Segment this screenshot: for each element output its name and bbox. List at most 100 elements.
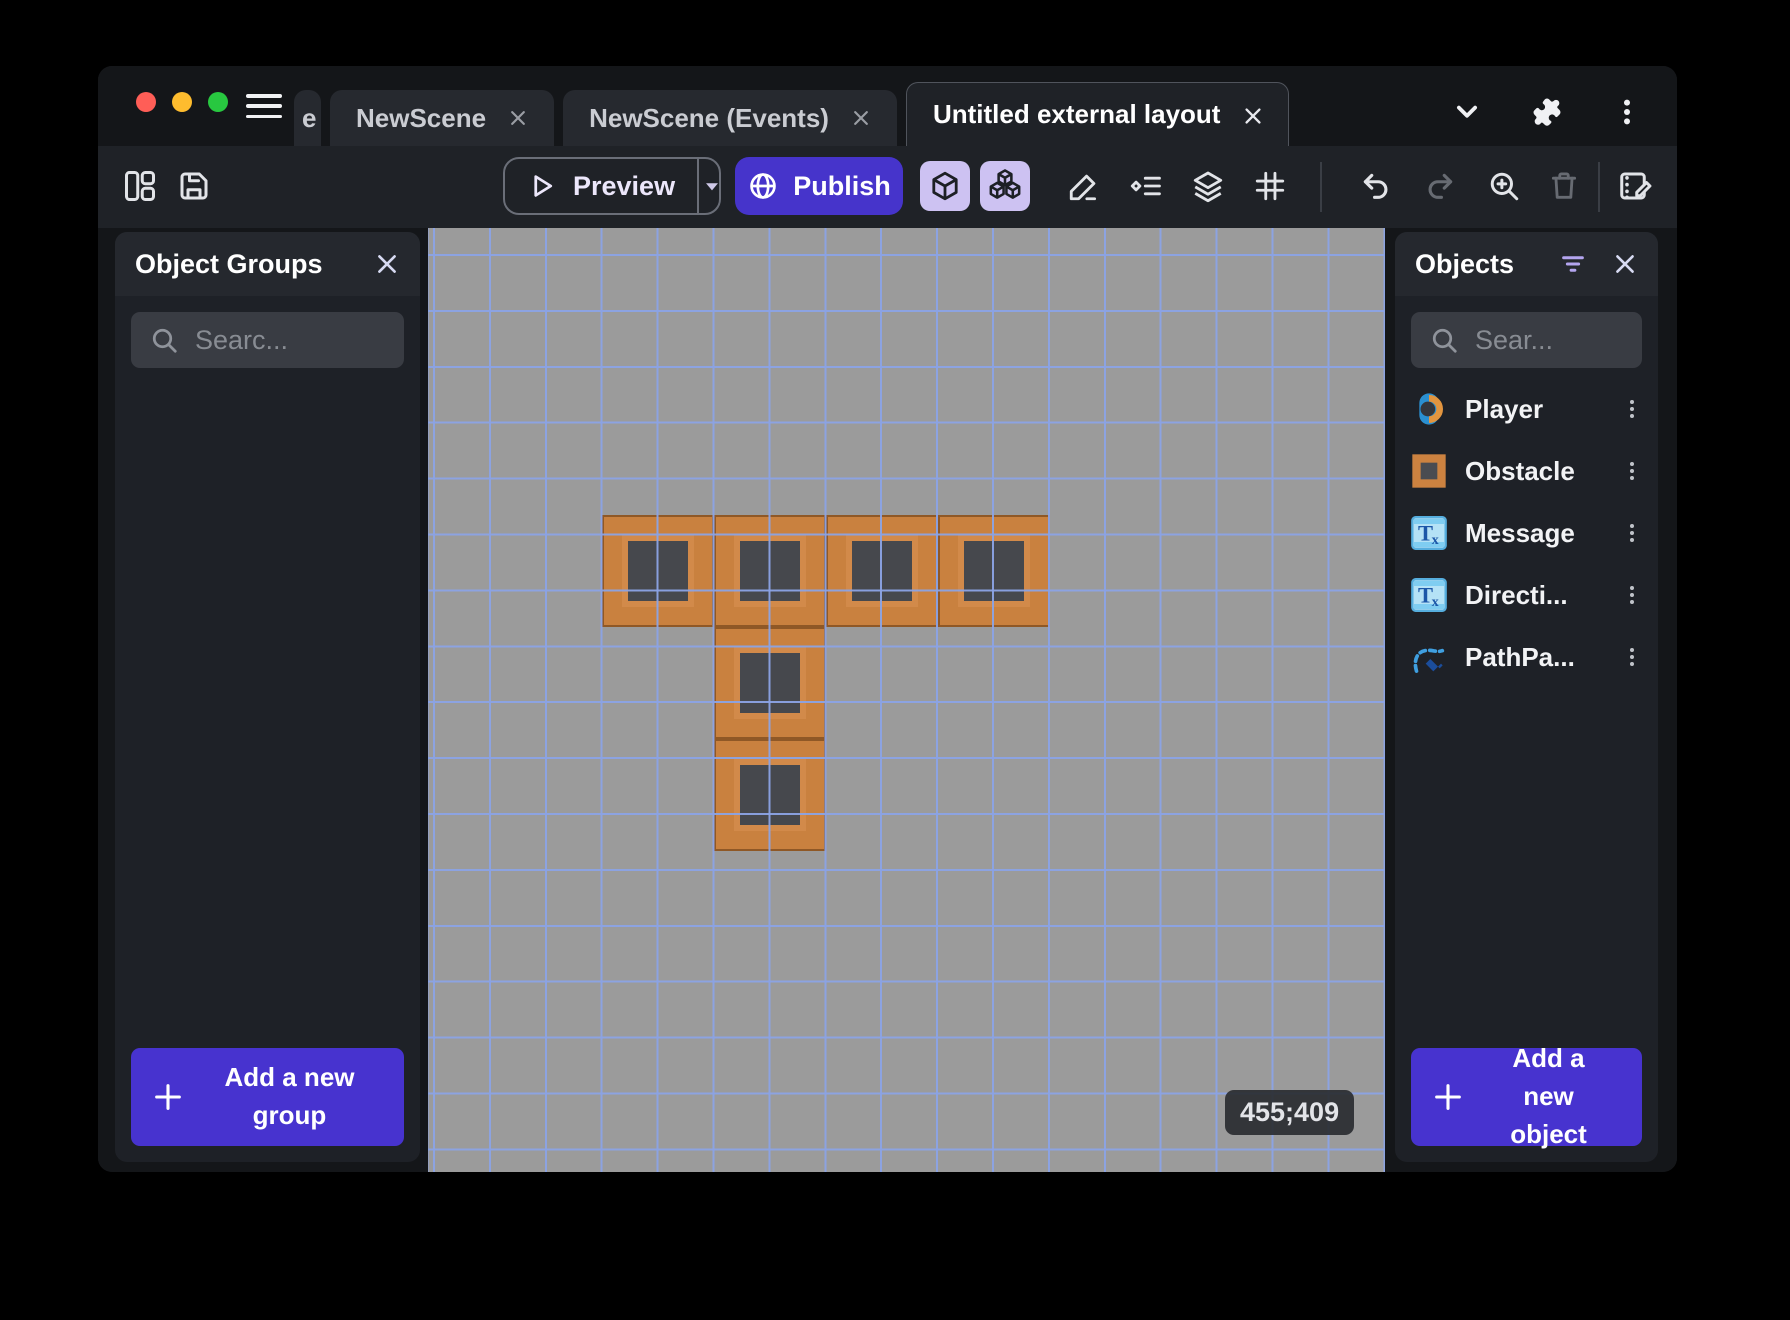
- object-menu-icon[interactable]: [1620, 643, 1644, 671]
- object-row-player[interactable]: Player: [1395, 378, 1658, 440]
- path-paint-icon: [1409, 637, 1449, 677]
- grid-icon[interactable]: [1244, 160, 1296, 212]
- player-sprite-icon: [1409, 389, 1449, 429]
- object-groups-list: [115, 378, 420, 1032]
- content-area: 455;409 Object Groups Add a new group: [98, 228, 1677, 1172]
- object-label: Message: [1465, 517, 1575, 548]
- object-label: Obstacle: [1465, 455, 1575, 486]
- app-window: e NewScene NewScene (Events) Untitled ex…: [98, 66, 1677, 1172]
- cursor-coordinates-badge: 455;409: [1225, 1090, 1355, 1135]
- play-icon: [534, 175, 553, 197]
- object-row-pathpaint[interactable]: PathPa...: [1395, 626, 1658, 688]
- preview-main[interactable]: Preview: [505, 171, 697, 202]
- minimize-window-button[interactable]: [172, 92, 192, 112]
- close-panel-icon[interactable]: [374, 251, 400, 277]
- tab-label: NewScene: [356, 102, 487, 133]
- object-menu-icon[interactable]: [1620, 457, 1644, 485]
- toolbar: Preview Publish: [98, 146, 1677, 228]
- objects-panel: Objects Player: [1395, 232, 1658, 1162]
- text-object-icon: Tx: [1409, 513, 1449, 553]
- publish-button[interactable]: Publish: [735, 157, 903, 215]
- redo-icon[interactable]: [1414, 160, 1466, 212]
- object-row-message[interactable]: Tx Message: [1395, 502, 1658, 564]
- add-group-label: Add a new group: [224, 1062, 355, 1130]
- object-menu-icon[interactable]: [1620, 519, 1644, 547]
- tab-newscene-events[interactable]: NewScene (Events): [563, 90, 897, 146]
- object-menu-icon[interactable]: [1620, 581, 1644, 609]
- toggle-panels-icon[interactable]: [114, 160, 166, 212]
- toolbar-divider: [1598, 162, 1600, 212]
- obstacle-tile-instance[interactable]: [938, 515, 1050, 627]
- tab-hidden-partial[interactable]: e: [294, 90, 321, 146]
- objects-list: Player Obstacle Tx Message T x Directi..…: [1395, 378, 1658, 1032]
- tab-label: e: [302, 102, 317, 133]
- close-tab-icon[interactable]: [1242, 105, 1262, 125]
- zoom-in-icon[interactable]: [1478, 160, 1530, 212]
- edit-scene-icon[interactable]: [1610, 160, 1662, 212]
- chevron-down-icon[interactable]: [1451, 96, 1483, 128]
- save-icon[interactable]: [168, 160, 220, 212]
- obstacle-tile-instance[interactable]: [714, 515, 826, 627]
- tab-label: NewScene (Events): [589, 102, 829, 133]
- tab-label: Untitled external layout: [932, 99, 1221, 129]
- object-groups-search[interactable]: [131, 312, 404, 368]
- search-icon: [152, 328, 177, 353]
- tab-bar: e NewScene NewScene (Events) Untitled ex…: [294, 82, 1290, 146]
- objects-header: Objects: [1395, 232, 1658, 296]
- extensions-puzzle-icon[interactable]: [1531, 96, 1563, 128]
- objects-title: Objects: [1415, 248, 1515, 279]
- close-tab-icon[interactable]: [851, 108, 871, 128]
- hamburger-menu-icon[interactable]: [246, 94, 282, 118]
- object-label: PathPa...: [1465, 641, 1575, 672]
- search-input[interactable]: [1475, 324, 1624, 356]
- object-row-directions[interactable]: Tx Directi...: [1395, 564, 1658, 626]
- preview-label: Preview: [573, 170, 676, 201]
- edit-pencil-icon[interactable]: [1058, 160, 1110, 212]
- preview-dropdown-button[interactable]: [697, 159, 725, 213]
- object-groups-header: Object Groups: [115, 232, 420, 296]
- publish-label: Publish: [793, 170, 891, 201]
- more-options-icon[interactable]: [1611, 96, 1643, 128]
- tab-untitled-external-layout[interactable]: Untitled external layout: [905, 82, 1290, 146]
- maximize-window-button[interactable]: [208, 92, 228, 112]
- scene-canvas[interactable]: 455;409: [428, 228, 1385, 1172]
- close-window-button[interactable]: [136, 92, 156, 112]
- preview-button[interactable]: Preview: [503, 157, 721, 215]
- object-label: Player: [1465, 393, 1544, 424]
- svg-text:x: x: [1432, 594, 1439, 610]
- obstacle-tile-instance[interactable]: [714, 627, 826, 739]
- delete-trash-icon[interactable]: [1538, 160, 1590, 212]
- close-panel-icon[interactable]: [1612, 251, 1638, 277]
- obstacle-sprite-icon: [1409, 451, 1449, 491]
- add-group-button[interactable]: Add a new group: [131, 1048, 404, 1146]
- filter-icon[interactable]: [1558, 249, 1588, 279]
- objects-search[interactable]: [1411, 312, 1642, 368]
- traffic-lights: [136, 92, 228, 112]
- undo-icon[interactable]: [1350, 160, 1402, 212]
- instances-list-icon[interactable]: [1120, 160, 1172, 212]
- search-icon: [1432, 328, 1457, 353]
- globe-icon: [750, 173, 777, 199]
- multiple-instances-cubes-icon[interactable]: [980, 161, 1030, 211]
- single-instance-cube-icon[interactable]: [920, 161, 970, 211]
- layers-icon[interactable]: [1182, 160, 1234, 212]
- tab-newscene[interactable]: NewScene: [330, 90, 555, 146]
- plus-icon: [155, 1084, 181, 1110]
- search-input[interactable]: [195, 324, 386, 356]
- add-object-button[interactable]: Add a new object: [1411, 1043, 1642, 1149]
- plus-icon: [1435, 1084, 1461, 1110]
- titlebar: e NewScene NewScene (Events) Untitled ex…: [98, 66, 1677, 146]
- object-row-obstacle[interactable]: Obstacle: [1395, 440, 1658, 502]
- close-tab-icon[interactable]: [508, 108, 528, 128]
- obstacle-tile-instance[interactable]: [602, 515, 714, 627]
- text-object-icon: Tx: [1409, 575, 1449, 615]
- titlebar-actions: [1451, 96, 1643, 128]
- caret-down-icon: [706, 183, 719, 191]
- object-groups-title: Object Groups: [135, 248, 323, 279]
- obstacle-tile-instance[interactable]: [714, 739, 826, 851]
- object-label: Directi...: [1465, 579, 1568, 610]
- add-object-label: Add a new object: [1510, 1043, 1587, 1149]
- object-menu-icon[interactable]: [1620, 395, 1644, 423]
- obstacle-tile-instance[interactable]: [826, 515, 938, 627]
- object-groups-panel: Object Groups Add a new group: [115, 232, 420, 1162]
